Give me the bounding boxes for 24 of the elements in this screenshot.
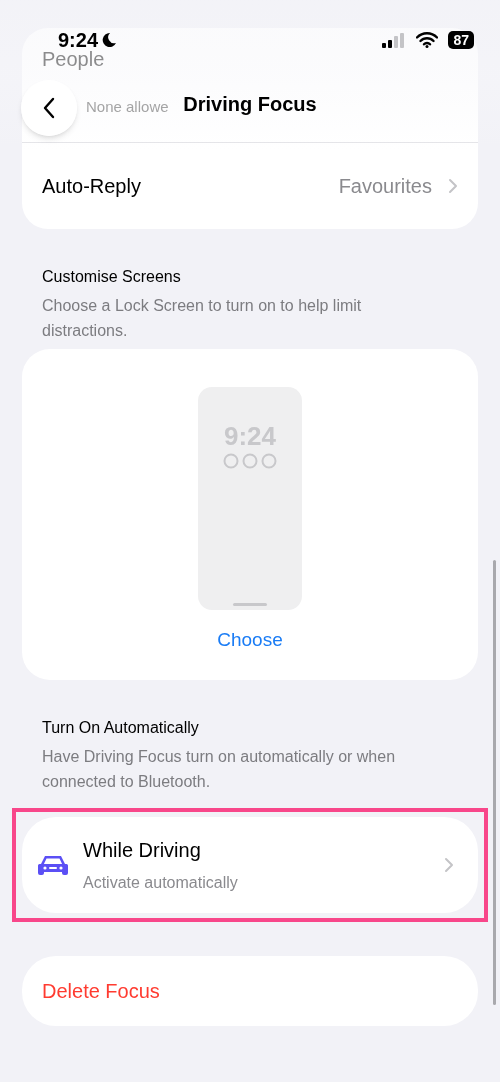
car-icon: [38, 853, 68, 877]
auto-reply-label: Auto-Reply: [42, 174, 141, 199]
automation-row[interactable]: While Driving Activate automatically: [22, 817, 478, 913]
signal-icon: [382, 32, 407, 48]
wifi-icon: [416, 32, 439, 48]
auto-reply-value: Favourites: [338, 174, 432, 199]
back-icon: [42, 97, 56, 119]
people-detail: None allowe: [86, 97, 170, 117]
section-description: Choose a Lock Screen to turn on to help limit distractions.: [42, 296, 363, 341]
nav-title: Driving Focus: [183, 92, 317, 117]
widget-circles-icon: [223, 453, 277, 469]
section-description: Have Driving Focus turn on automatically or when connected to Bluetooth.: [42, 747, 397, 792]
automation-title: While Driving: [83, 838, 202, 863]
section-title: Customise Screens: [42, 267, 182, 287]
chevron-icon: [448, 178, 458, 194]
battery-indicator: 87: [448, 31, 474, 49]
section-title: Turn On Automatically: [42, 718, 200, 738]
auto-reply-row[interactable]: Auto-Reply Favourites: [22, 143, 478, 229]
choose-button[interactable]: Choose: [217, 626, 283, 655]
automation-subtitle: Activate automatically: [83, 873, 238, 893]
chevron-icon: [444, 857, 454, 873]
delete-focus-button[interactable]: Delete Focus: [22, 956, 478, 1026]
moon-icon: [101, 32, 118, 48]
home-indicator: [233, 603, 267, 606]
